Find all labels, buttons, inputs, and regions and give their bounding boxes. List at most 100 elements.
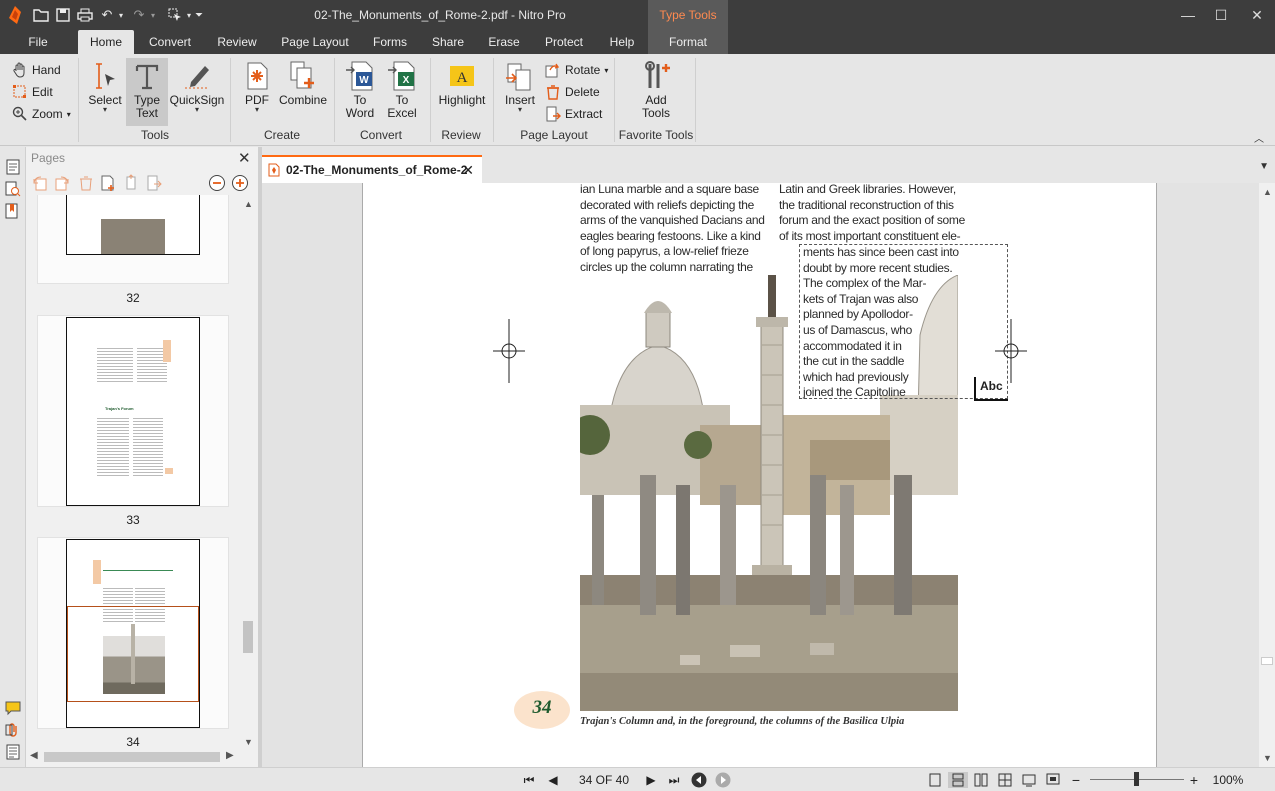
page-indicator[interactable]: 34 OF 40 [570, 772, 638, 788]
thumbnail-photo [101, 219, 165, 254]
continuous-view-icon[interactable] [948, 772, 968, 788]
thumbnails-vertical-scrollbar[interactable]: ▲ ▼ [240, 195, 256, 751]
tabs-dropdown-icon[interactable]: ▼ [1259, 161, 1269, 172]
thumbnail-viewport-indicator[interactable] [67, 606, 199, 702]
presentation-view-icon[interactable] [1044, 772, 1062, 788]
maximize-button[interactable]: ☐ [1203, 0, 1239, 30]
tab-home[interactable]: Home [78, 30, 134, 54]
thumbnail-card-33[interactable]: Trajan's Forum [37, 315, 229, 507]
rotate-icon [545, 63, 560, 78]
single-page-view-icon[interactable] [926, 772, 944, 788]
highlight-label: Highlight [438, 93, 486, 107]
pages-panel-icon[interactable] [5, 159, 21, 175]
create-group-label: Create [263, 128, 301, 142]
tab-forms[interactable]: Forms [364, 30, 416, 54]
zoom-level[interactable]: 100% [1208, 772, 1248, 788]
scroll-right-icon[interactable]: ▶ [226, 750, 234, 761]
combine-button[interactable]: Combine [278, 60, 328, 107]
next-page-icon[interactable]: ▶ [642, 772, 660, 788]
tab-review[interactable]: Review [208, 30, 266, 54]
scrollbar-thumb[interactable] [243, 621, 253, 653]
thumbnail-page-32[interactable] [66, 195, 200, 255]
tab-file[interactable]: File [18, 30, 58, 54]
rotate-button[interactable]: Rotate ▾ [545, 61, 608, 79]
edit-button[interactable]: Edit [12, 83, 53, 101]
document-vertical-scrollbar[interactable]: ▲ ▼ [1259, 183, 1275, 767]
next-view-icon[interactable] [714, 772, 732, 788]
zoom-out-icon[interactable]: − [1068, 772, 1084, 788]
close-button[interactable]: ✕ [1239, 0, 1275, 30]
comments-panel-icon[interactable] [5, 700, 21, 716]
facing-continuous-view-icon[interactable] [996, 772, 1014, 788]
extract-label: Extract [565, 107, 603, 121]
close-panel-icon[interactable]: ✕ [238, 149, 251, 167]
insert-button[interactable]: Insert ▾ [499, 60, 541, 114]
scroll-up-icon[interactable]: ▲ [1263, 187, 1272, 197]
page-text-column-2-top[interactable]: Latin and Greek libraries. However, the … [779, 183, 969, 244]
delete-button[interactable]: Delete [545, 83, 600, 101]
replace-page-icon[interactable] [123, 174, 141, 192]
tab-help[interactable]: Help [600, 30, 644, 54]
previous-page-icon[interactable]: ◀ [544, 772, 562, 788]
zoom-in-thumbnails-icon[interactable] [231, 174, 249, 192]
search-panel-icon[interactable] [5, 181, 21, 197]
registration-mark-left [493, 319, 525, 383]
output-panel-icon[interactable] [5, 744, 21, 760]
scroll-down-icon[interactable]: ▼ [244, 737, 253, 747]
collapse-ribbon-icon[interactable]: ︿ [1254, 130, 1264, 145]
last-page-icon[interactable]: ⏭ [665, 772, 683, 788]
thumbnail-heading: Trajan's Forum [105, 406, 134, 411]
highlight-button[interactable]: A Highlight [434, 60, 490, 107]
quicksign-button[interactable]: QuickSign ▾ [168, 60, 226, 114]
insert-page-icon[interactable] [99, 174, 117, 192]
tab-erase[interactable]: Erase [480, 30, 528, 54]
attachments-panel-icon[interactable] [5, 722, 21, 738]
add-tools-button[interactable]: Add Tools [628, 60, 684, 120]
document-tab[interactable]: 02-The_Monuments_of_Rome-2 ✕ [262, 155, 482, 183]
scroll-down-icon[interactable]: ▼ [1263, 753, 1272, 763]
tab-share[interactable]: Share [424, 30, 472, 54]
scroll-up-icon[interactable]: ▲ [244, 199, 253, 209]
zoom-out-thumbnails-icon[interactable] [208, 174, 226, 192]
to-word-button[interactable]: W To Word [340, 60, 380, 120]
extract-page-icon[interactable] [145, 174, 163, 192]
facing-view-icon[interactable] [972, 772, 990, 788]
scrollbar-thumb[interactable] [1261, 657, 1273, 665]
thumbnail-page-34[interactable] [66, 539, 200, 728]
zoom-button[interactable]: Zoom ▾ [12, 105, 71, 123]
to-excel-button[interactable]: X To Excel [382, 60, 422, 120]
tab-protect[interactable]: Protect [536, 30, 592, 54]
scroll-left-icon[interactable]: ◀ [30, 750, 38, 761]
photo-caption[interactable]: Trajan's Column and, in the foreground, … [580, 716, 904, 727]
thumbnails-horizontal-scrollbar[interactable]: ◀ ▶ [26, 749, 240, 765]
previous-view-icon[interactable] [690, 772, 708, 788]
text-box-selection[interactable] [799, 244, 1008, 399]
first-page-icon[interactable]: ⏮ [520, 772, 538, 788]
extract-button[interactable]: Extract [545, 105, 602, 123]
zoom-slider-thumb[interactable] [1134, 772, 1139, 786]
thumbnail-page-33[interactable]: Trajan's Forum [66, 317, 200, 506]
ribbon-tab-bar: File Home Convert Review Page Layout For… [0, 30, 1275, 54]
tab-format[interactable]: Format [648, 30, 728, 54]
edit-label: Edit [32, 85, 53, 99]
rotate-left-icon[interactable] [31, 174, 49, 192]
bookmarks-panel-icon[interactable] [5, 203, 21, 219]
tab-convert[interactable]: Convert [140, 30, 200, 54]
delete-page-icon[interactable] [77, 174, 95, 192]
thumbnail-card-34[interactable] [37, 537, 229, 729]
tab-page-layout[interactable]: Page Layout [276, 30, 354, 54]
hand-button[interactable]: Hand [12, 61, 61, 79]
thumbnail-label-32: 32 [126, 291, 140, 305]
select-button[interactable]: Select ▾ [84, 60, 126, 114]
rotate-right-icon[interactable] [53, 174, 71, 192]
document-tab-bar: 02-The_Monuments_of_Rome-2 ✕ ▼ [262, 147, 1275, 183]
full-screen-icon[interactable] [1020, 772, 1038, 788]
minimize-button[interactable]: — [1170, 0, 1206, 30]
type-text-button[interactable]: Type Text [126, 58, 168, 126]
zoom-in-icon[interactable]: + [1186, 772, 1202, 788]
pdf-button[interactable]: PDF ▾ [238, 60, 276, 114]
thumbnail-card-32[interactable] [37, 195, 229, 284]
delete-label: Delete [565, 85, 600, 99]
scrollbar-thumb[interactable] [44, 752, 220, 762]
close-tab-icon[interactable]: ✕ [462, 162, 474, 179]
